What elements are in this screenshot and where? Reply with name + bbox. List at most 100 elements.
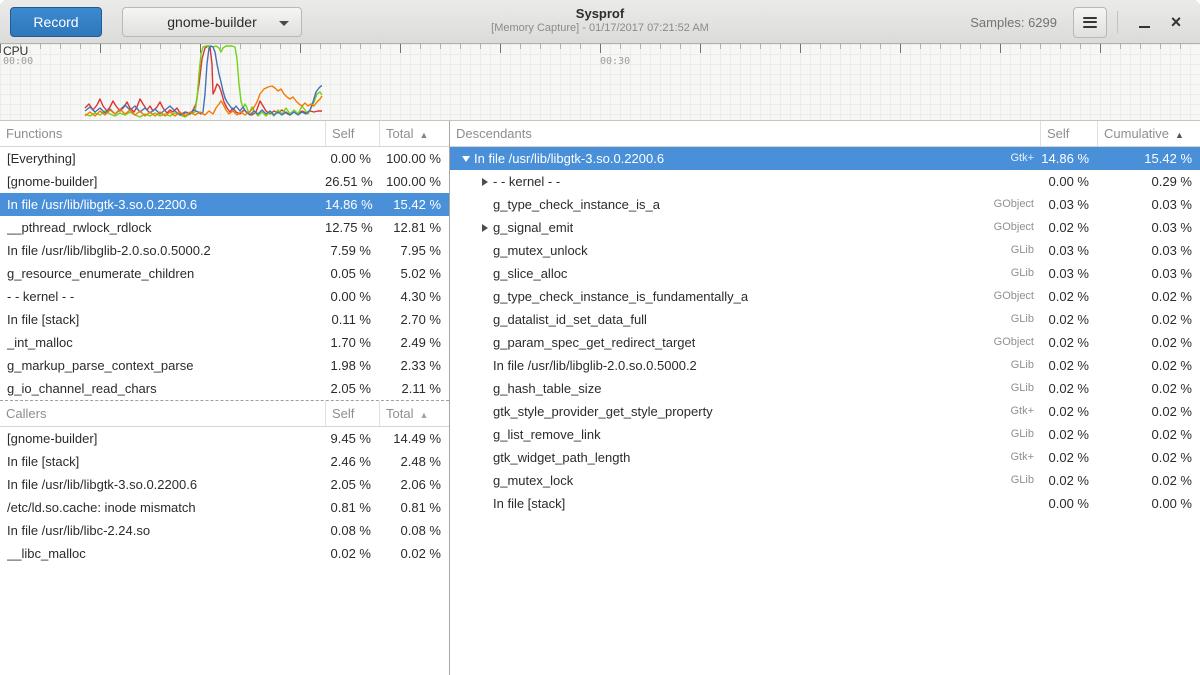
column-header-total[interactable]: Total▲	[379, 121, 449, 146]
table-row[interactable]: In file [stack]0.11 %2.70 %	[0, 308, 449, 331]
minimize-button[interactable]	[1128, 5, 1160, 39]
cpu-graph[interactable]: CPU 00:00 00:30	[0, 44, 1200, 121]
column-header-self[interactable]: Self	[325, 121, 379, 146]
total-percent-cell: 0.81 %	[379, 496, 449, 519]
table-row[interactable]: g_mutex_unlockGLib0.03 %0.03 %	[450, 239, 1200, 262]
library-tag: Gtk+	[1010, 400, 1040, 423]
table-row[interactable]: gtk_style_provider_get_style_property Gtk…	[450, 400, 1200, 423]
self-percent-cell: 0.02 %	[1040, 423, 1097, 446]
close-button[interactable]: ×	[1160, 5, 1192, 39]
table-row[interactable]: [gnome-builder]9.45 %14.49 %	[0, 427, 449, 450]
self-percent-cell: 14.86 %	[325, 193, 379, 216]
table-row[interactable]: g_datalist_id_set_data_fullGLib0.02 %0.0…	[450, 308, 1200, 331]
expander-open-icon[interactable]	[457, 156, 474, 162]
table-row[interactable]: gtk_widget_path_lengthGtk+0.02 %0.02 %	[450, 446, 1200, 469]
table-row[interactable]: __libc_malloc0.02 %0.02 %	[0, 542, 449, 565]
table-row[interactable]: In file /usr/lib/libgtk-3.so.0.2200.6 14.…	[0, 193, 449, 216]
table-row[interactable]: [Everything]0.00 %100.00 %	[0, 147, 449, 170]
table-row[interactable]: g_type_check_instance_is_fundamentally_a…	[450, 285, 1200, 308]
table-row[interactable]: In file /usr/lib/libgtk-3.so.0.2200.6Gtk…	[450, 147, 1200, 170]
table-row[interactable]: In file /usr/lib/libc-2.24.so0.08 %0.08 …	[0, 519, 449, 542]
total-percent-cell: 15.42 %	[1097, 147, 1200, 170]
table-row[interactable]: g_signal_emitGObject0.02 %0.03 %	[450, 216, 1200, 239]
column-header-descendants[interactable]: Descendants	[450, 121, 1040, 146]
self-percent-cell: 0.00 %	[1040, 492, 1097, 515]
content-area: FunctionsSelfTotal▲[Everything]0.00 %100…	[0, 121, 1200, 675]
self-percent-cell: 0.02 %	[1040, 446, 1097, 469]
column-header-callers[interactable]: Callers	[0, 401, 325, 426]
total-percent-cell: 5.02 %	[379, 262, 449, 285]
menu-button[interactable]	[1073, 7, 1107, 38]
total-percent-cell: 0.08 %	[379, 519, 449, 542]
table-row[interactable]: In file /usr/lib/libglib-2.0.so.0.5000.2…	[0, 239, 449, 262]
column-header-total[interactable]: Total▲	[379, 401, 449, 426]
table-row[interactable]: g_slice_allocGLib0.03 %0.03 %	[450, 262, 1200, 285]
self-percent-cell: 14.86 %	[1040, 147, 1097, 170]
column-header-self[interactable]: Self	[325, 401, 379, 426]
table-row[interactable]: _int_malloc1.70 %2.49 %	[0, 331, 449, 354]
row-label: g_markup_parse_context_parse	[7, 354, 193, 377]
self-percent-cell: 26.51 %	[325, 170, 379, 193]
record-button[interactable]: Record	[10, 7, 102, 37]
total-percent-cell: 12.81 %	[379, 216, 449, 239]
column-header-self[interactable]: Self	[1040, 121, 1097, 146]
table-row[interactable]: g_type_check_instance_is_aGObject0.03 %0…	[450, 193, 1200, 216]
self-percent-cell: 2.05 %	[325, 377, 379, 400]
total-percent-cell: 14.49 %	[379, 427, 449, 450]
row-label: In file /usr/lib/libgtk-3.so.0.2200.6	[7, 193, 197, 216]
table-row[interactable]: - - kernel - -0.00 %4.30 %	[0, 285, 449, 308]
self-percent-cell: 2.05 %	[325, 473, 379, 496]
table-row[interactable]: g_io_channel_read_chars2.05 %2.11 %	[0, 377, 449, 400]
library-tag: Gtk+	[1010, 147, 1040, 170]
row-label: g_slice_alloc	[493, 262, 567, 285]
table-row[interactable]: g_list_remove_linkGLib0.02 %0.02 %	[450, 423, 1200, 446]
expander-closed-icon[interactable]	[476, 224, 493, 232]
row-label: g_io_channel_read_chars	[7, 377, 157, 400]
table-row[interactable]: g_param_spec_get_redirect_targetGObject0…	[450, 331, 1200, 354]
row-label: In file /usr/lib/libgtk-3.so.0.2200.6	[7, 473, 197, 496]
row-name-cell: - - kernel - -	[0, 285, 325, 308]
table-row[interactable]: /etc/ld.so.cache: inode mismatch0.81 %0.…	[0, 496, 449, 519]
row-name-cell: g_mutex_unlockGLib	[450, 239, 1040, 262]
table-row[interactable]: In file [stack]2.46 %2.48 %	[0, 450, 449, 473]
titlebar-separator	[1117, 11, 1118, 33]
table-row[interactable]: In file [stack]0.00 %0.00 %	[450, 492, 1200, 515]
total-percent-cell: 0.03 %	[1097, 193, 1200, 216]
table-row[interactable]: [gnome-builder]26.51 %100.00 %	[0, 170, 449, 193]
self-percent-cell: 0.03 %	[1040, 239, 1097, 262]
row-label: [Everything]	[7, 147, 76, 170]
row-label: __libc_malloc	[7, 542, 86, 565]
column-header-cumulative[interactable]: Cumulative▲	[1097, 121, 1200, 146]
table-row[interactable]: g_markup_parse_context_parse1.98 %2.33 %	[0, 354, 449, 377]
table-row[interactable]: - - kernel - -0.00 %0.29 %	[450, 170, 1200, 193]
total-percent-cell: 100.00 %	[379, 147, 449, 170]
row-label: gtk_style_provider_get_style_property	[493, 400, 713, 423]
time-label-start: 00:00	[3, 56, 33, 67]
table-row[interactable]: In file /usr/lib/libgtk-3.so.0.2200.6 2.0…	[0, 473, 449, 496]
library-tag: GLib	[1011, 308, 1040, 331]
table-header: DescendantsSelfCumulative▲	[450, 121, 1200, 147]
total-percent-cell: 0.02 %	[1097, 308, 1200, 331]
table-row[interactable]: g_mutex_lockGLib0.02 %0.02 %	[450, 469, 1200, 492]
expander-closed-icon[interactable]	[476, 178, 493, 186]
self-percent-cell: 12.75 %	[325, 216, 379, 239]
self-percent-cell: 0.05 %	[325, 262, 379, 285]
process-selector-value: gnome-builder	[167, 14, 257, 30]
self-percent-cell: 0.02 %	[1040, 308, 1097, 331]
process-selector-dropdown[interactable]: gnome-builder	[122, 7, 302, 37]
row-label: [gnome-builder]	[7, 170, 97, 193]
row-label: In file [stack]	[7, 308, 79, 331]
table-row[interactable]: g_resource_enumerate_children0.05 %5.02 …	[0, 262, 449, 285]
table-row[interactable]: __pthread_rwlock_rdlock12.75 %12.81 %	[0, 216, 449, 239]
row-name-cell: /etc/ld.so.cache: inode mismatch	[0, 496, 325, 519]
row-name-cell: g_list_remove_linkGLib	[450, 423, 1040, 446]
sort-ascending-icon: ▲	[1175, 130, 1184, 140]
titlebar[interactable]: Record gnome-builder Sysprof [Memory Cap…	[0, 0, 1200, 44]
table-row[interactable]: In file /usr/lib/libglib-2.0.so.0.5000.2…	[450, 354, 1200, 377]
window-title-block: Sysprof [Memory Capture] - 01/17/2017 07…	[491, 6, 709, 36]
table-row[interactable]: g_hash_table_sizeGLib0.02 %0.02 %	[450, 377, 1200, 400]
library-tag: GLib	[1011, 469, 1040, 492]
app-title: Sysprof	[491, 6, 709, 22]
row-name-cell: g_hash_table_sizeGLib	[450, 377, 1040, 400]
column-header-functions[interactable]: Functions	[0, 121, 325, 146]
